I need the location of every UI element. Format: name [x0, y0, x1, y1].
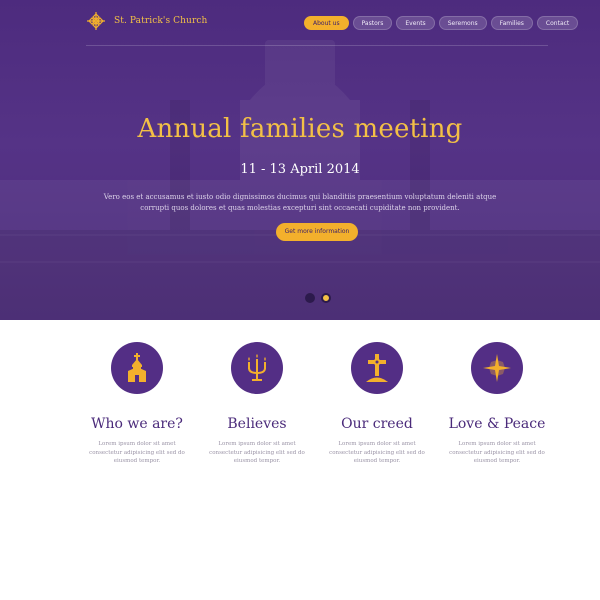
header-divider [86, 45, 548, 46]
building-background-image [0, 40, 600, 320]
star-icon [483, 354, 511, 382]
main-nav: About us Pastors Events Seremons Familie… [304, 16, 579, 30]
feature-who-we-are: Who we are? Lorem ipsum dolor sit amet c… [82, 342, 192, 466]
feature-believes: Believes Lorem ipsum dolor sit amet cons… [202, 342, 312, 466]
hero-section: St. Patrick's Church About us Pastors Ev… [0, 0, 600, 320]
slide-dot-1[interactable] [305, 293, 315, 303]
feature-title: Our creed [341, 416, 413, 432]
cross-emblem-icon[interactable] [86, 11, 106, 31]
site-header: St. Patrick's Church About us Pastors Ev… [0, 0, 600, 46]
nav-seremons[interactable]: Seremons [438, 16, 487, 30]
feature-text: Lorem ipsum dolor sit amet consectetur a… [209, 441, 305, 464]
candelabra-icon [248, 354, 266, 381]
feature-icon-circle [231, 342, 283, 394]
hero-title: Annual families meeting [137, 114, 463, 144]
hero-description: Vero eos et accusamus et iusto odio dign… [103, 193, 497, 212]
nav-families[interactable]: Families [490, 16, 533, 30]
feature-text: Lorem ipsum dolor sit amet consectetur a… [89, 441, 185, 464]
feature-text: Lorem ipsum dolor sit amet consectetur a… [449, 441, 545, 464]
church-icon [128, 353, 146, 382]
nav-about-us[interactable]: About us [304, 16, 349, 30]
get-more-information-button[interactable]: Get more information [276, 223, 358, 241]
features-row: Who we are? Lorem ipsum dolor sit amet c… [82, 342, 552, 466]
slide-dot-2[interactable] [321, 293, 331, 303]
slider-pagination [305, 293, 331, 303]
feature-our-creed: Our creed Lorem ipsum dolor sit amet con… [322, 342, 432, 466]
feature-title: Believes [227, 416, 287, 432]
hero-date: 11 - 13 April 2014 [240, 162, 360, 177]
feature-text: Lorem ipsum dolor sit amet consectetur a… [329, 441, 425, 464]
feature-love-peace: Love & Peace Lorem ipsum dolor sit amet … [442, 342, 552, 466]
cross-icon [366, 354, 388, 382]
feature-title: Love & Peace [448, 416, 546, 432]
nav-events[interactable]: Events [396, 16, 435, 30]
feature-icon-circle [111, 342, 163, 394]
feature-icon-circle [351, 342, 403, 394]
nav-contact[interactable]: Contact [536, 16, 579, 30]
feature-icon-circle [471, 342, 523, 394]
brand-name[interactable]: St. Patrick's Church [114, 16, 207, 26]
feature-title: Who we are? [91, 416, 183, 432]
nav-pastors[interactable]: Pastors [352, 16, 393, 30]
